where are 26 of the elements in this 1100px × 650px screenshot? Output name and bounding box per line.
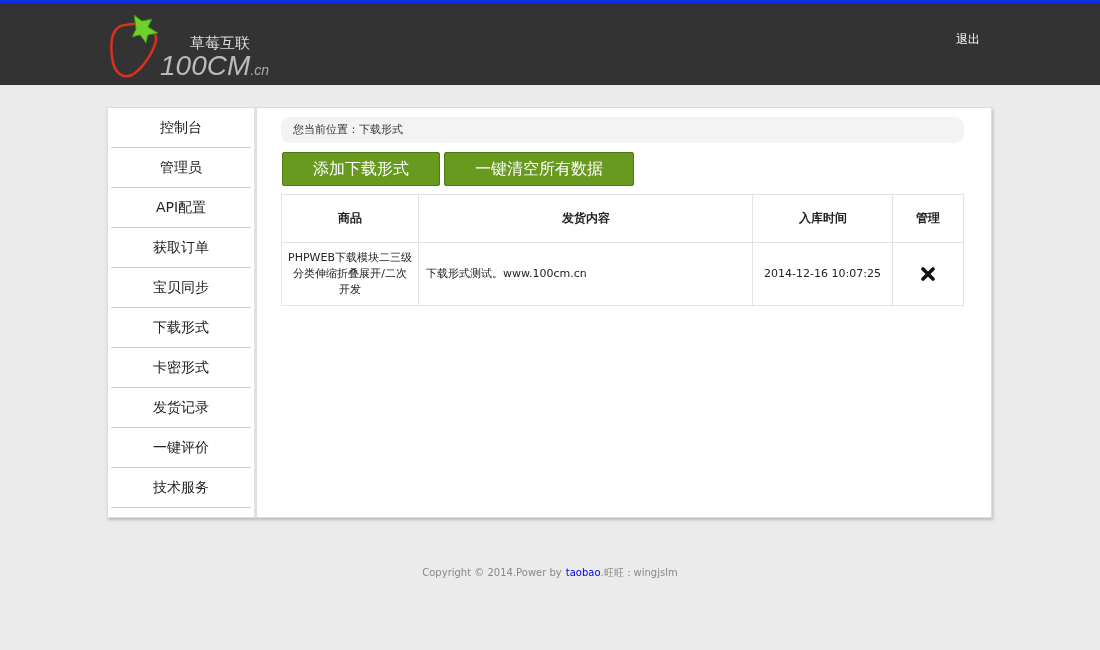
sidebar-item[interactable]: 一键评价 [111, 428, 251, 468]
logout-link[interactable]: 退出 [956, 31, 980, 48]
logo-tagline: 草莓互联 [190, 35, 251, 51]
logo-domain: .cn [250, 62, 269, 78]
table-cell: PHPWEB下载模块二三级分类伸缩折叠展开/二次开发 [281, 242, 419, 306]
contact-text: .旺旺：wingjslm [600, 567, 678, 578]
sidebar-item[interactable]: 获取订单 [111, 228, 251, 268]
sidebar-item[interactable]: 发货记录 [111, 388, 251, 428]
column-header: 管理 [892, 194, 964, 243]
breadcrumb: 您当前位置：下载形式 [281, 117, 964, 143]
column-header: 发货内容 [418, 194, 753, 243]
sidebar-item[interactable]: 卡密形式 [111, 348, 251, 388]
table-cell: 下载形式测试。www.100cm.cn [418, 242, 753, 306]
logo-wordmark: 100CM [160, 51, 251, 81]
copyright-text: Copyright © 2014.Power by [422, 567, 562, 578]
table-cell: 2014-12-16 10:07:25 [752, 242, 893, 306]
sidebar-item[interactable]: 技术服务 [111, 468, 251, 508]
column-header: 入库时间 [752, 194, 893, 243]
sidebar-item[interactable]: 管理员 [111, 148, 251, 188]
sidebar-item[interactable]: 下载形式 [111, 308, 251, 348]
sidebar-item[interactable]: API配置 [111, 188, 251, 228]
sidebar-item[interactable]: 宝贝同步 [111, 268, 251, 308]
column-header: 商品 [281, 194, 419, 243]
sidebar-item[interactable]: 控制台 [111, 108, 251, 148]
delete-icon[interactable] [921, 267, 935, 281]
taobao-link[interactable]: taobao [565, 567, 601, 578]
